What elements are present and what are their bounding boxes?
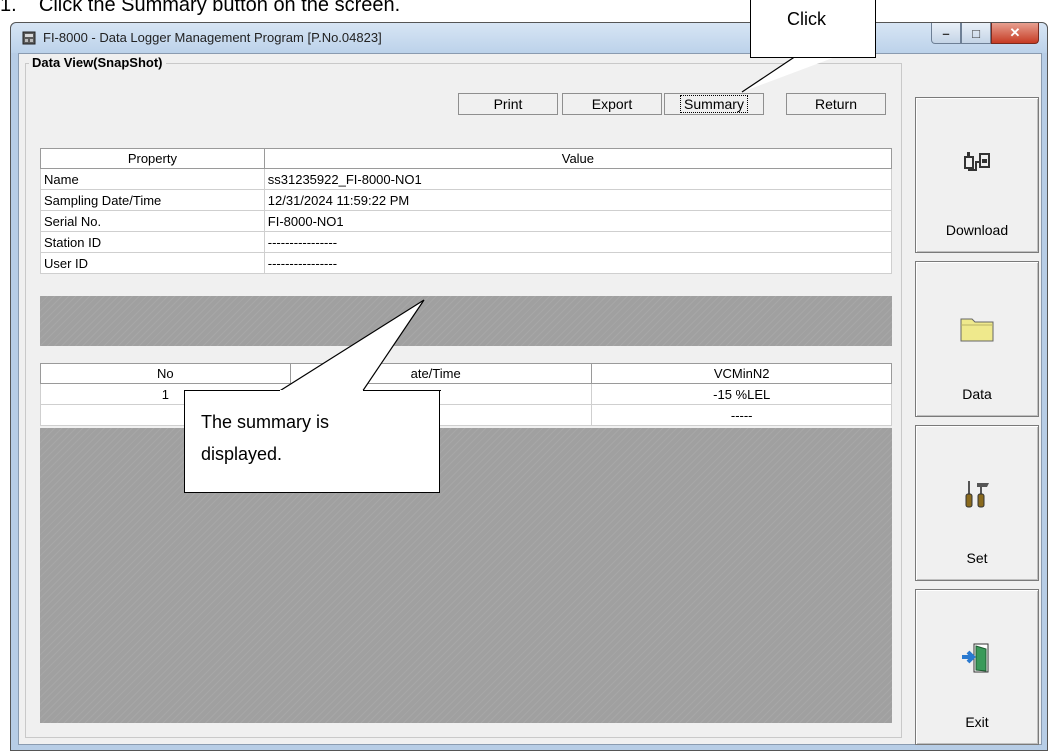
summary-callout: The summary is displayed. [184, 390, 441, 493]
screenshot: 1. Click the Summary button on the scree… [0, 0, 1048, 751]
summary-callout-line1: The summary is [201, 412, 330, 432]
click-callout-text: Click [787, 9, 826, 29]
summary-callout-line2: displayed. [201, 444, 283, 464]
click-callout: Click [750, 0, 876, 58]
summary-callout-pointer [277, 299, 425, 393]
callout-pointers [277, 55, 838, 393]
click-callout-pointer [741, 55, 838, 93]
